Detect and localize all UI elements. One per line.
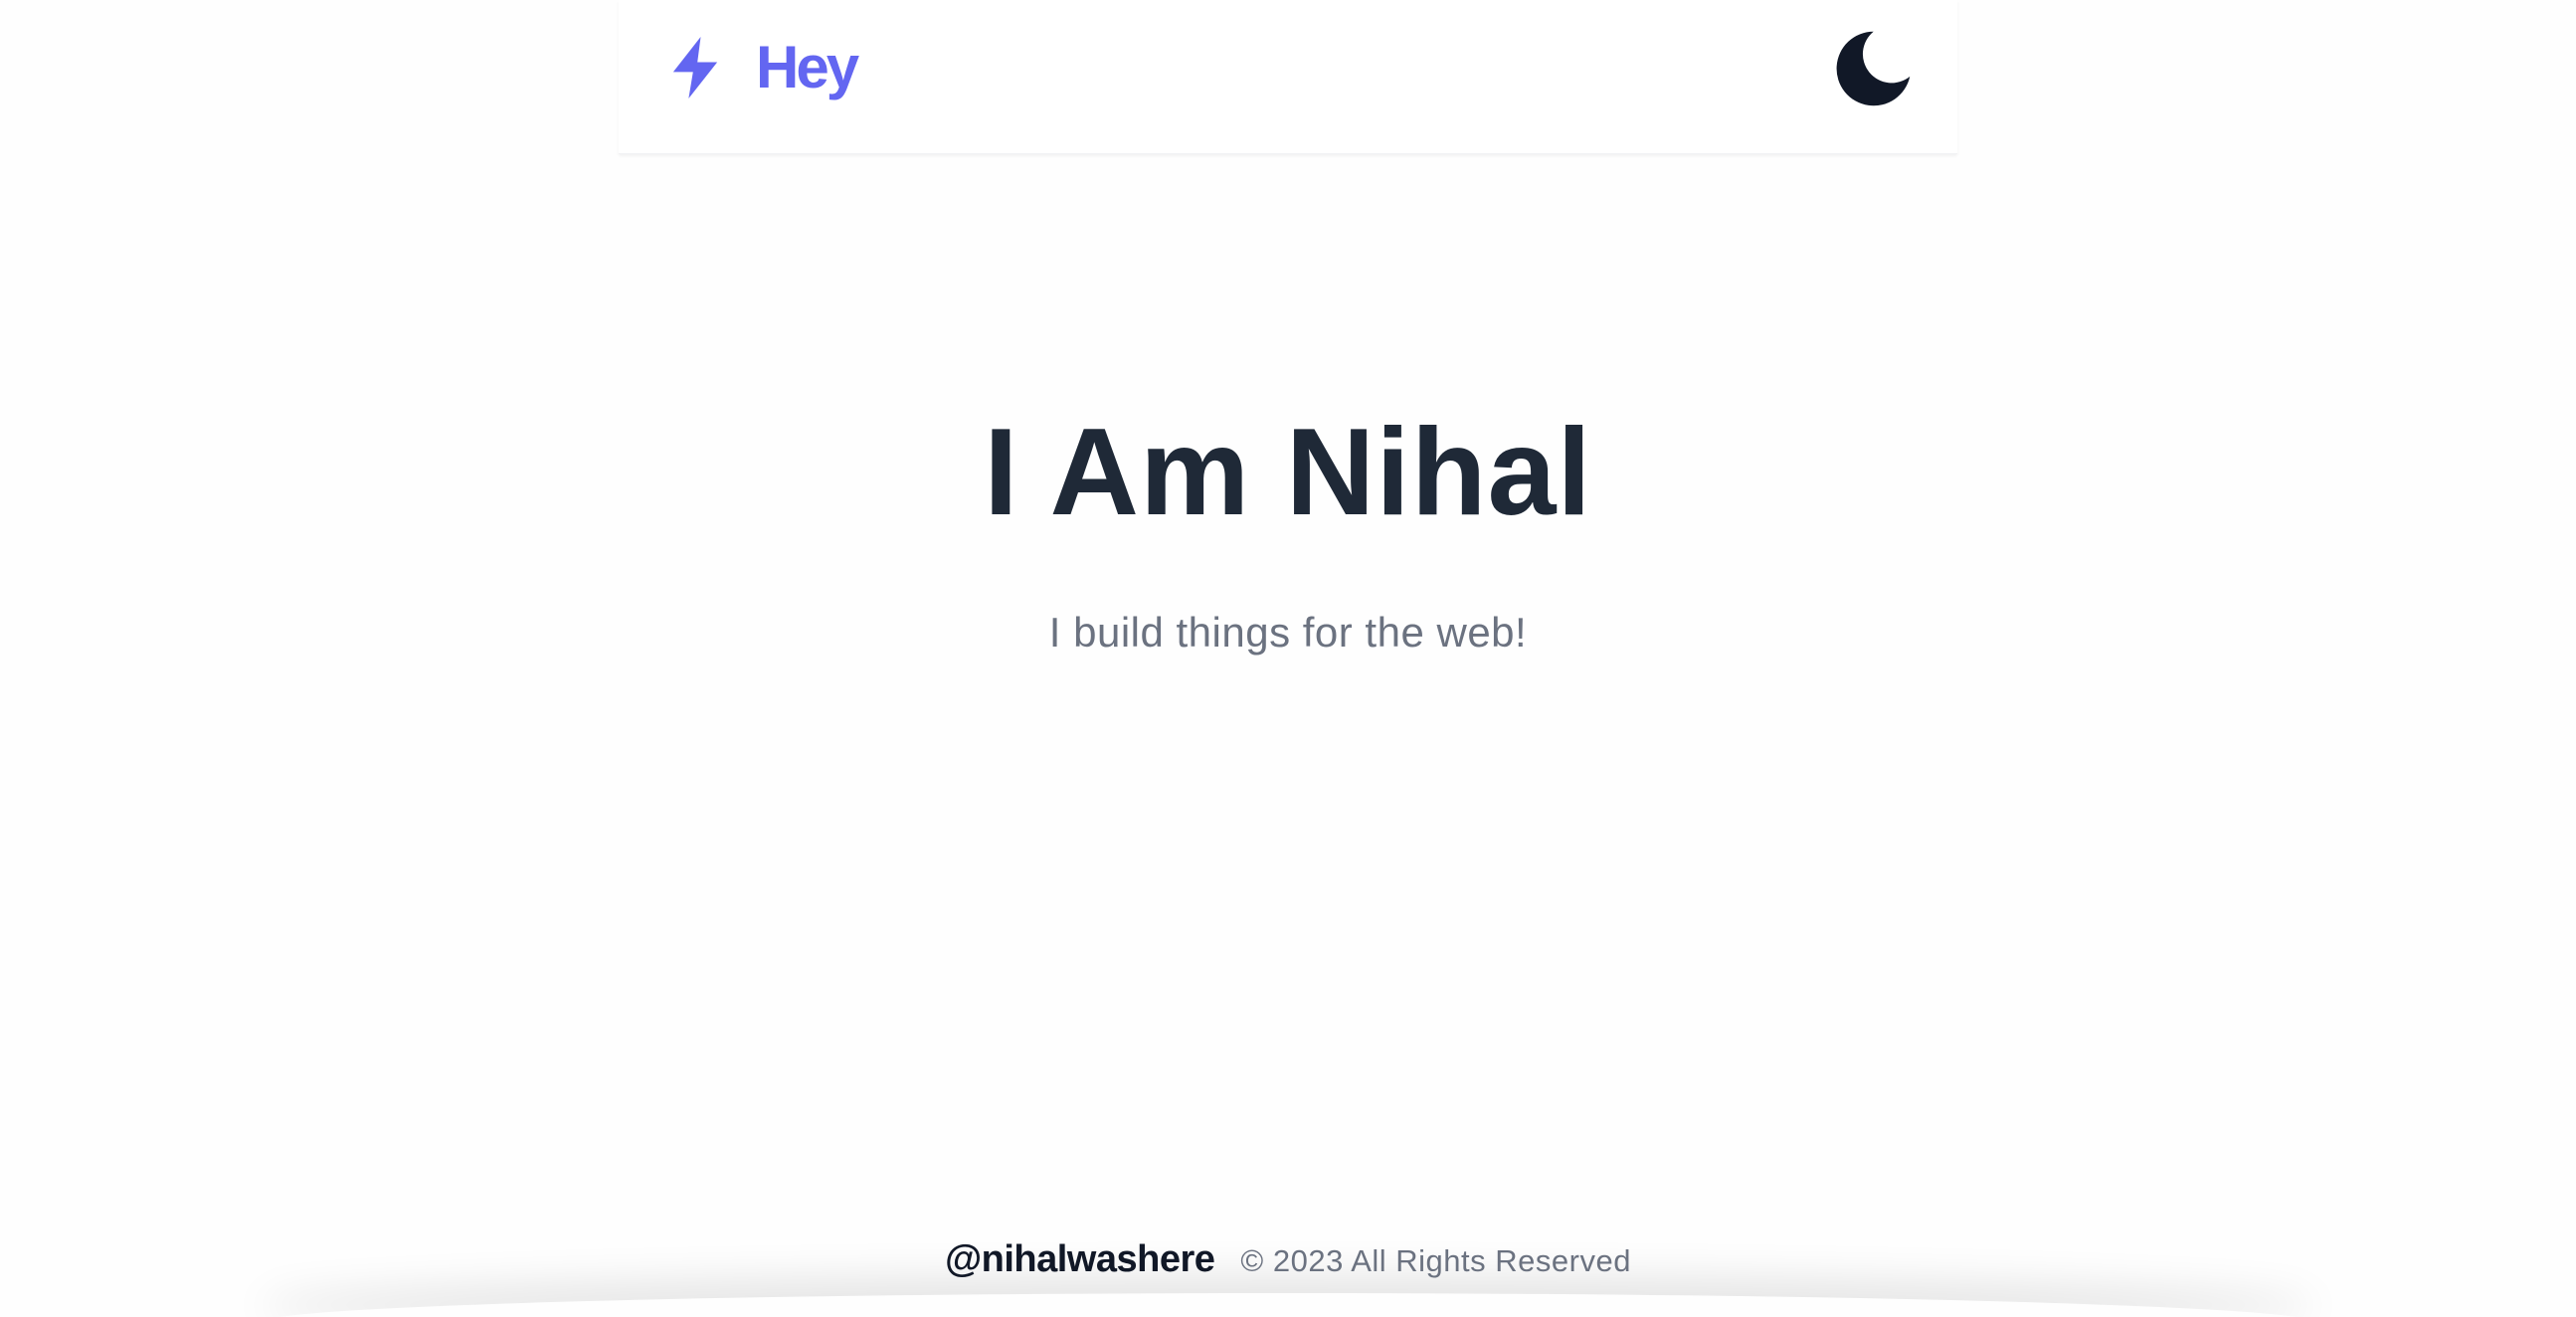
footer-copyright: © 2023 All Rights Reserved bbox=[1240, 1243, 1631, 1278]
footer: @nihalwashere © 2023 All Rights Reserved bbox=[0, 1238, 2576, 1288]
footer-handle-link[interactable]: @nihalwashere bbox=[945, 1238, 1215, 1281]
footer-divider-shadow bbox=[259, 1293, 2317, 1317]
theme-toggle-button[interactable] bbox=[1830, 26, 1916, 111]
moon-icon bbox=[1836, 31, 1911, 106]
page: Hey I Am Nihal I build things for the we… bbox=[0, 0, 2576, 1317]
brand-label: Hey bbox=[756, 34, 859, 100]
hero-title: I Am Nihal bbox=[984, 404, 1592, 541]
brand-link[interactable]: Hey bbox=[668, 32, 859, 103]
hero-subtitle: I build things for the web! bbox=[1048, 609, 1528, 656]
top-navbar: Hey bbox=[619, 0, 1957, 154]
lightning-bolt-icon bbox=[668, 37, 722, 98]
